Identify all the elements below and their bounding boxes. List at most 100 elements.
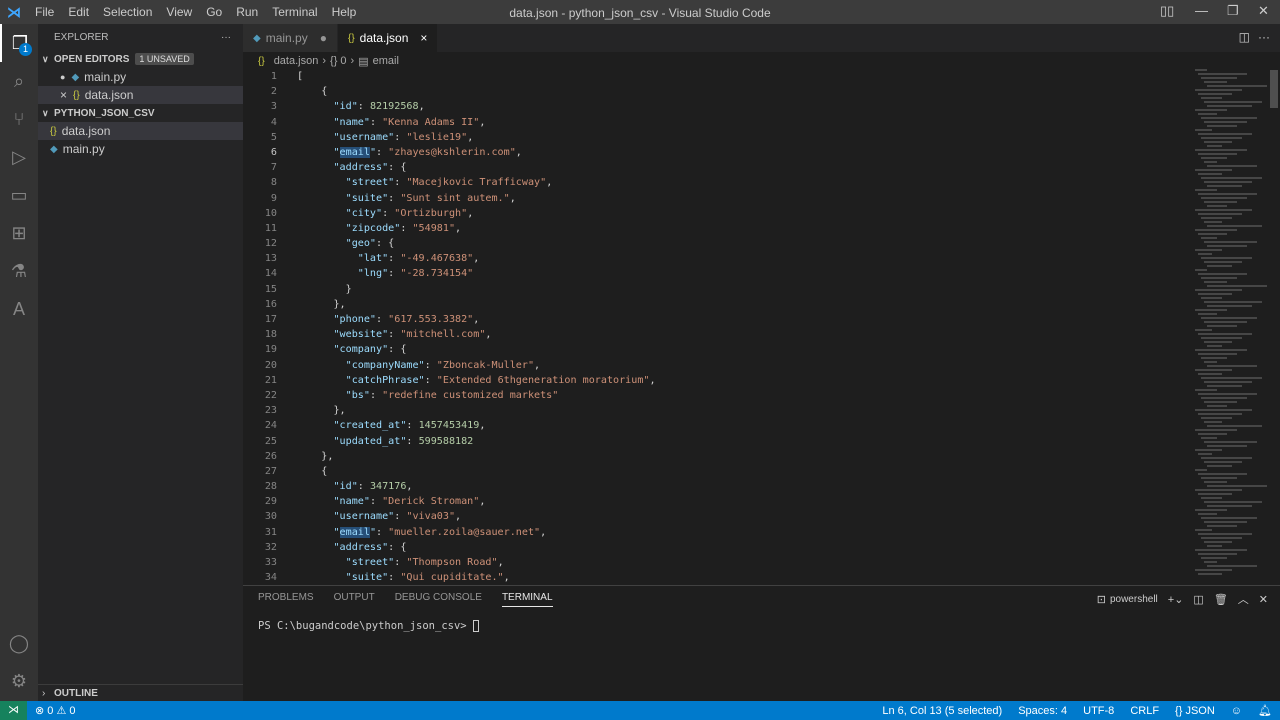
tab-main-py[interactable]: ◆ main.py ● xyxy=(243,24,338,52)
code-line[interactable]: 8 "street": "Macejkovic Trafficway", xyxy=(243,175,1193,190)
code-line[interactable]: 7 "address": { xyxy=(243,160,1193,175)
split-terminal-icon[interactable]: ◫ xyxy=(1193,593,1203,606)
run-debug-icon[interactable]: ▷ xyxy=(0,138,38,176)
code-line[interactable]: 3 "id": 82192568, xyxy=(243,99,1193,114)
code-line[interactable]: 9 "suite": "Sunt sint autem.", xyxy=(243,191,1193,206)
remote-explorer-icon[interactable]: ▭ xyxy=(0,176,38,214)
menu-view[interactable]: View xyxy=(159,5,199,19)
indentation[interactable]: Spaces: 4 xyxy=(1010,705,1075,717)
maximize-button[interactable]: ❐ xyxy=(1227,3,1239,19)
code-line[interactable]: 23 }, xyxy=(243,403,1193,418)
code-line[interactable]: 11 "zipcode": "54981", xyxy=(243,221,1193,236)
open-editors-section[interactable]: ∨ OPEN EDITORS 1 UNSAVED xyxy=(38,50,243,68)
tab-data-json[interactable]: {} data.json × xyxy=(337,24,439,52)
new-terminal-icon[interactable]: +⌄ xyxy=(1168,593,1184,606)
code-line[interactable]: 13 "lat": "-49.467638", xyxy=(243,251,1193,266)
minimap[interactable] xyxy=(1195,69,1267,579)
code-line[interactable]: 29 "name": "Derick Stroman", xyxy=(243,494,1193,509)
code-line[interactable]: 16 }, xyxy=(243,297,1193,312)
explorer-icon[interactable]: ❐ 1 xyxy=(0,24,38,62)
search-icon[interactable]: ⌕ xyxy=(0,62,38,100)
maximize-panel-icon[interactable]: ︿ xyxy=(1238,591,1249,607)
code-line[interactable]: 31 "email": "mueller.zoila@sauer.net", xyxy=(243,525,1193,540)
feedback-icon[interactable]: ☺ xyxy=(1223,705,1250,717)
extensions-icon[interactable]: ⊞ xyxy=(0,214,38,252)
terminal[interactable]: PS C:\bugandcode\python_json_csv> xyxy=(258,620,479,632)
code-line[interactable]: 21 "catchPhrase": "Extended 6thgeneratio… xyxy=(243,373,1193,388)
notifications-bell-icon[interactable]: 🔔︎ xyxy=(1250,704,1280,717)
account-icon[interactable]: ◯ xyxy=(0,624,38,662)
punctuation: , xyxy=(479,420,486,432)
open-editor-main-py[interactable]: ● ◆ main.py xyxy=(38,68,243,86)
breadcrumb-symbol[interactable]: email xyxy=(373,55,399,67)
settings-gear-icon[interactable]: ⚙ xyxy=(0,662,38,700)
code-line[interactable]: 27 { xyxy=(243,464,1193,479)
editor-scrollbar[interactable] xyxy=(1268,69,1278,584)
end-of-line[interactable]: CRLF xyxy=(1122,705,1167,717)
tab-problems[interactable]: PROBLEMS xyxy=(258,592,314,607)
code-line[interactable]: 34 "suite": "Qui cupiditate.", xyxy=(243,570,1193,584)
trash-icon[interactable]: 🗑 xyxy=(1214,593,1228,606)
code-line[interactable]: 15 } xyxy=(243,282,1193,297)
breadcrumb-file[interactable]: data.json xyxy=(274,55,319,67)
menu-run[interactable]: Run xyxy=(229,5,265,19)
code-editor[interactable]: 1[2 {3 "id": 82192568, 4 "name": "Kenna A… xyxy=(243,69,1193,584)
json-key: " xyxy=(333,526,340,538)
problems-indicator[interactable]: ⊗ 0 ⚠ 0 xyxy=(27,704,84,717)
scrollbar-thumb[interactable] xyxy=(1270,70,1278,108)
code-line[interactable]: 28 "id": 347176, xyxy=(243,479,1193,494)
code-line[interactable]: 25 "updated_at": 599588182 xyxy=(243,434,1193,449)
outline-section[interactable]: › OUTLINE xyxy=(38,684,243,701)
more-actions-icon[interactable]: ··· xyxy=(1258,30,1270,44)
tab-terminal[interactable]: TERMINAL xyxy=(501,592,553,607)
terminal-shell-selector[interactable]: powershell xyxy=(1110,594,1158,605)
menu-edit[interactable]: Edit xyxy=(61,5,96,19)
menu-help[interactable]: Help xyxy=(325,5,364,19)
code-line[interactable]: 22 "bs": "redefine customized markets" xyxy=(243,388,1193,403)
language-mode[interactable]: {} JSON xyxy=(1167,705,1223,717)
breadcrumb-item[interactable]: {} 0 xyxy=(330,55,347,67)
testing-icon[interactable]: ⚗ xyxy=(0,252,38,290)
close-tab-icon[interactable]: × xyxy=(420,31,427,45)
tab-debug-console[interactable]: DEBUG CONSOLE xyxy=(395,592,482,607)
source-control-icon[interactable]: ⑂ xyxy=(0,100,38,138)
code-line[interactable]: 19 "company": { xyxy=(243,342,1193,357)
code-line[interactable]: 20 "companyName": "Zboncak-Muller", xyxy=(243,358,1193,373)
open-editor-data-json[interactable]: × {} data.json xyxy=(38,86,243,104)
menu-file[interactable]: File xyxy=(28,5,61,19)
more-actions-icon[interactable]: ··· xyxy=(221,32,231,43)
code-line[interactable]: 32 "address": { xyxy=(243,540,1193,555)
code-line[interactable]: 24 "created_at": 1457453419, xyxy=(243,418,1193,433)
code-line[interactable]: 33 "street": "Thompson Road", xyxy=(243,555,1193,570)
code-line[interactable]: 12 "geo": { xyxy=(243,236,1193,251)
close-window-button[interactable]: ✕ xyxy=(1258,3,1269,19)
code-line[interactable]: 6 "email": "zhayes@kshlerin.com", xyxy=(243,145,1193,160)
minimize-button[interactable]: — xyxy=(1195,3,1208,18)
folder-section[interactable]: ∨ PYTHON_JSON_CSV xyxy=(38,104,243,122)
unsaved-dot-icon[interactable]: ● xyxy=(320,31,327,45)
code-line[interactable]: 5 "username": "leslie19", xyxy=(243,130,1193,145)
code-line[interactable]: 18 "website": "mitchell.com", xyxy=(243,327,1193,342)
code-line[interactable]: 1[ xyxy=(243,69,1193,84)
split-editor-icon[interactable]: ◫ xyxy=(1239,30,1250,44)
menu-terminal[interactable]: Terminal xyxy=(265,5,324,19)
close-icon[interactable]: × xyxy=(60,88,67,102)
code-line[interactable]: 10 "city": "Ortizburgh", xyxy=(243,206,1193,221)
file-data-json[interactable]: {} data.json xyxy=(38,122,243,140)
tab-output[interactable]: OUTPUT xyxy=(334,592,375,607)
code-line[interactable]: 2 { xyxy=(243,84,1193,99)
code-line[interactable]: 4 "name": "Kenna Adams II", xyxy=(243,115,1193,130)
azure-icon[interactable]: A xyxy=(0,290,38,328)
cursor-position[interactable]: Ln 6, Col 13 (5 selected) xyxy=(874,705,1010,717)
menu-go[interactable]: Go xyxy=(199,5,229,19)
file-main-py[interactable]: ◆ main.py xyxy=(38,140,243,158)
menu-selection[interactable]: Selection xyxy=(96,5,159,19)
layout-icon[interactable]: ▯▯ xyxy=(1160,3,1174,19)
code-line[interactable]: 14 "lng": "-28.734154" xyxy=(243,266,1193,281)
code-line[interactable]: 26 }, xyxy=(243,449,1193,464)
close-panel-icon[interactable]: ✕ xyxy=(1259,593,1268,606)
remote-indicator-icon[interactable]: ⋊ xyxy=(0,701,27,720)
encoding[interactable]: UTF-8 xyxy=(1075,705,1122,717)
code-line[interactable]: 17 "phone": "617.553.3382", xyxy=(243,312,1193,327)
code-line[interactable]: 30 "username": "viva03", xyxy=(243,509,1193,524)
